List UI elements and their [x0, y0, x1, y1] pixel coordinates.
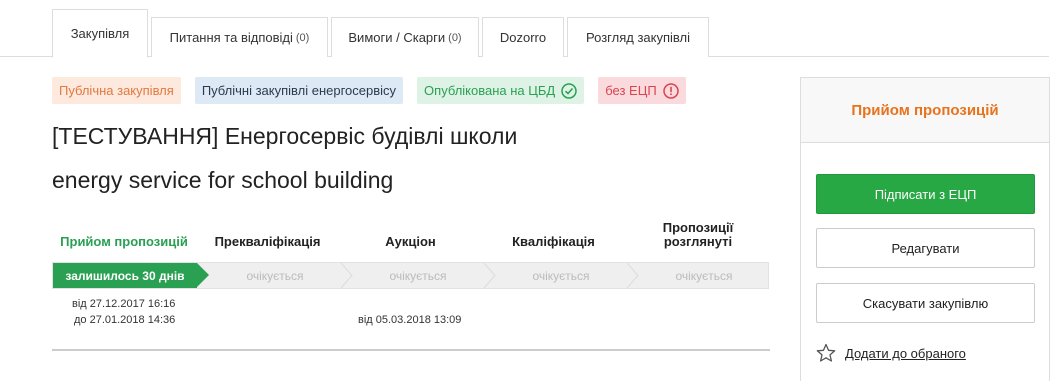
- tab-label: Закупівля: [70, 26, 130, 41]
- badge-energy-service: Публічні закупівлі енергосервісу: [194, 77, 404, 104]
- stage-status-qualification: очікується: [532, 268, 590, 283]
- stage-status-prequalification: очікується: [246, 268, 304, 283]
- exclamation-circle-icon: [662, 82, 679, 99]
- panel-heading: Прийом пропозицій: [801, 78, 1049, 143]
- tab-label: Розгляд закупівлі: [586, 30, 690, 45]
- offers-start-date: від 27.12.2017 16:16: [72, 298, 176, 310]
- page-title: [ТЕСТУВАННЯ] Енергосервіс будівлі школи: [52, 123, 518, 149]
- tab-complaints[interactable]: Вимоги / Скарги (0): [331, 17, 479, 57]
- tab-count: (0): [295, 31, 310, 44]
- tab-label: Dozorro: [499, 30, 547, 45]
- stage-label-offers: Прийом пропозицій: [60, 234, 188, 249]
- status-badges: Публічна закупівля Публічні закупівлі ен…: [52, 77, 700, 104]
- stage-label-prequalification: Прекваліфікація: [214, 234, 321, 249]
- badge-published: Опублікована на ЦБД: [417, 77, 585, 104]
- stage-label-reviewed: Пропозиції розглянуті: [662, 220, 734, 249]
- tab-dozorro[interactable]: Dozorro: [482, 17, 564, 57]
- page-subtitle: energy service for school building: [52, 167, 394, 193]
- tab-label: Питання та відповіді: [169, 30, 293, 45]
- chevron-right-icon: [340, 263, 353, 288]
- add-to-favorites-link[interactable]: Додати до обраного: [816, 343, 966, 363]
- stage-progress-bar: залишилось 30 днів очікується очікується…: [52, 262, 769, 289]
- star-icon: [816, 343, 836, 362]
- stage-status-auction: очікується: [389, 268, 447, 283]
- sign-with-eds-button[interactable]: Підписати з ЕЦП: [816, 174, 1035, 214]
- tab-procurement[interactable]: Закупівля: [52, 9, 148, 58]
- auction-date: від 05.03.2018 13:09: [358, 314, 462, 326]
- chevron-right-icon: [626, 263, 639, 288]
- stage-arrow: [197, 263, 209, 287]
- badge-public-procurement: Публічна закупівля: [52, 77, 181, 104]
- favorite-link-label: Додати до обраного: [845, 345, 966, 361]
- cancel-procurement-button[interactable]: Скасувати закупівлю: [816, 283, 1035, 323]
- divider: [52, 349, 770, 351]
- check-circle-icon: [561, 82, 577, 99]
- stage-label-auction: Аукціон: [385, 234, 436, 249]
- tab-review[interactable]: Розгляд закупівлі: [567, 17, 709, 57]
- tab-bar: Закупівля Питання та відповіді (0) Вимог…: [52, 9, 712, 58]
- stage-label-qualification: Кваліфікація: [512, 234, 595, 249]
- tab-questions[interactable]: Питання та відповіді (0): [151, 17, 328, 57]
- tab-count: (0): [448, 31, 462, 44]
- stage-status-offers: залишилось 30 днів: [53, 263, 197, 288]
- tab-label: Вимоги / Скарги: [348, 30, 446, 45]
- offers-end-date: до 27.01.2018 14:36: [74, 314, 176, 326]
- action-panel: Прийом пропозицій Підписати з ЕЦП Редагу…: [800, 77, 1050, 381]
- stage-status-reviewed: очікується: [675, 268, 733, 283]
- chevron-right-icon: [483, 263, 496, 288]
- edit-button[interactable]: Редагувати: [816, 228, 1035, 268]
- badge-no-signature: без ЕЦП: [598, 77, 686, 104]
